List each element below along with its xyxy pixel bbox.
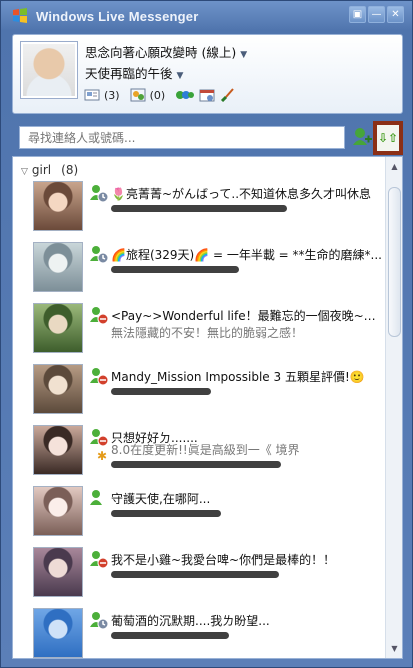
user-avatar[interactable]	[20, 41, 78, 99]
search-box	[19, 126, 345, 149]
contact-personal-message: 無法隱藏的不安！無比的脆弱之感！	[111, 326, 304, 340]
contact-name: 葡萄酒的沉默期....我ㄌ盼望...	[111, 614, 270, 628]
contacts-icon[interactable]	[175, 88, 195, 102]
paintbrush-icon[interactable]	[219, 88, 235, 102]
group-header[interactable]: ▽ girl (8)	[21, 163, 78, 177]
contact-photo[interactable]	[33, 547, 83, 597]
contact-row[interactable]: 只想好好ㄉ....... 8.0在度更新!!眞是高級到一《 境界 ✱	[13, 425, 385, 489]
close-button[interactable]: ✕	[387, 6, 404, 23]
redacted-email	[111, 266, 239, 273]
spaces-icon[interactable]	[130, 88, 146, 102]
group-count: (8)	[61, 163, 79, 177]
add-contact-icon[interactable]	[351, 125, 373, 149]
status-online-icon	[90, 490, 102, 505]
messenger-window: Windows Live Messenger ▣ — ✕ 思念向著心願改變時 (…	[0, 0, 413, 668]
contact-name: 我不是小雞~我愛台啤~你們是最棒的！！	[111, 553, 336, 567]
star-icon: ✱	[97, 449, 108, 463]
restore-button[interactable]: ▣	[349, 6, 366, 23]
collapse-arrow-icon[interactable]: ▽	[21, 167, 28, 177]
spaces-count: (0)	[149, 88, 166, 102]
redacted-email	[111, 388, 211, 395]
chevron-down-icon[interactable]: ▼	[240, 50, 247, 60]
redacted-email	[111, 571, 279, 578]
user-name-text: 思念向著心願改變時 (線上)	[85, 45, 237, 60]
scroll-down-icon[interactable]: ▼	[387, 641, 402, 656]
contact-photo[interactable]	[33, 364, 83, 414]
contact-row[interactable]: 守護天使,在哪阿...	[13, 486, 385, 550]
contact-photo[interactable]	[33, 242, 83, 292]
status-busy-icon	[90, 307, 109, 325]
personal-message[interactable]: 天使再臨的午後 ▼	[85, 63, 183, 82]
personal-message-text: 天使再臨的午後	[85, 66, 173, 81]
windows-logo-icon	[13, 8, 27, 23]
contact-row[interactable]: 🌷亮菁菁~がんばって..不知道休息多久才叫休息	[13, 181, 385, 245]
app-title: Windows Live Messenger	[36, 9, 199, 24]
contact-name: Mandy_Mission Impossible 3 五顆星評價!🙂	[111, 370, 365, 384]
sort-contacts-button[interactable]: ⇩⇧	[373, 121, 403, 155]
redacted-email	[111, 461, 281, 468]
group-name: girl	[31, 163, 52, 177]
contact-list: ▽ girl (8) 🌷亮菁菁~がんばって..不知道休息多久才叫休息 🌈旅程(329天…	[12, 156, 403, 659]
contact-name: <Pay~>Wonderful life！最難忘的一個夜晚~！關...	[111, 309, 383, 323]
scrollbar[interactable]: ▲ ▼	[385, 157, 402, 658]
contact-photo[interactable]	[33, 486, 83, 536]
contact-name: 🌷亮菁菁~がんばって..不知道休息多久才叫休息	[111, 187, 372, 201]
contact-row[interactable]: Mandy_Mission Impossible 3 五顆星評價!🙂	[13, 364, 385, 428]
minimize-button[interactable]: —	[368, 6, 385, 23]
window-controls: ▣ — ✕	[349, 6, 404, 23]
contact-name: 守護天使,在哪阿...	[111, 492, 211, 506]
status-busy-icon	[90, 551, 109, 569]
contact-photo[interactable]	[33, 425, 83, 475]
redacted-email	[111, 510, 221, 517]
avatar-image	[23, 44, 75, 96]
status-idle-icon	[90, 246, 109, 264]
scroll-thumb[interactable]	[388, 187, 401, 337]
mail-count: (3)	[104, 88, 120, 102]
scroll-up-icon[interactable]: ▲	[387, 159, 402, 174]
status-busy-icon	[90, 429, 109, 447]
sort-arrows-icon: ⇩⇧	[377, 131, 399, 145]
contact-photo[interactable]	[33, 608, 83, 658]
contact-personal-message: 8.0在度更新!!眞是高級到一《 境界	[111, 443, 300, 457]
calendar-icon[interactable]	[199, 88, 215, 102]
contact-photo[interactable]	[33, 303, 83, 353]
contact-row[interactable]: 葡萄酒的沉默期....我ㄌ盼望...	[13, 608, 385, 658]
mail-icon[interactable]	[84, 88, 100, 102]
user-header: 思念向著心願改變時 (線上) ▼ 天使再臨的午後 ▼ (3) (0)	[12, 34, 403, 114]
contact-row[interactable]: 🌈旅程(329天)🌈 = 一年半載 = **生命的磨練*...	[13, 242, 385, 306]
header-toolbar: (3) (0)	[84, 88, 235, 102]
status-idle-icon	[90, 185, 109, 203]
contact-photo[interactable]	[33, 181, 83, 231]
chevron-down-icon[interactable]: ▼	[177, 71, 184, 81]
redacted-email	[111, 205, 287, 212]
contact-row[interactable]: 我不是小雞~我愛台啤~你們是最棒的！！	[13, 547, 385, 611]
contact-name: 🌈旅程(329天)🌈 = 一年半載 = **生命的磨練*...	[111, 248, 382, 262]
user-display-name[interactable]: 思念向著心願改變時 (線上) ▼	[85, 42, 247, 61]
contact-row[interactable]: <Pay~>Wonderful life！最難忘的一個夜晚~！關... 無法隱藏的…	[13, 303, 385, 367]
redacted-email	[111, 632, 229, 639]
status-busy-icon	[90, 368, 109, 386]
status-idle-icon	[90, 612, 109, 630]
search-input[interactable]	[20, 127, 344, 148]
title-bar[interactable]: Windows Live Messenger ▣ — ✕	[1, 1, 412, 31]
